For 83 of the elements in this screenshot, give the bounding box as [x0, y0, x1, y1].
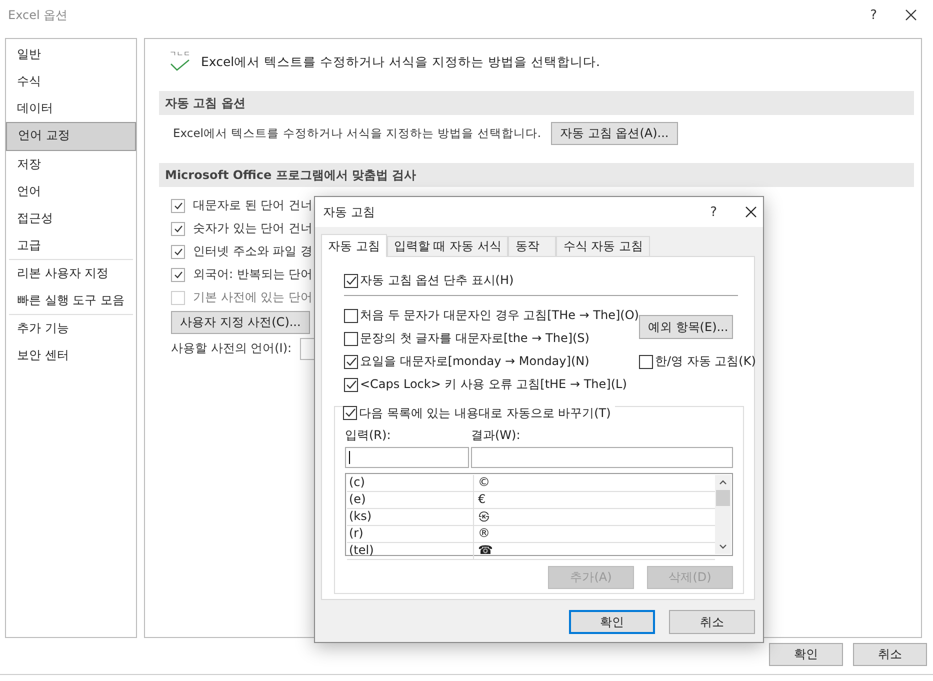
input-field[interactable]	[471, 446, 733, 468]
checkbox[interactable]	[344, 332, 358, 346]
scroll-up-icon[interactable]	[719, 480, 727, 484]
tab[interactable]: 자동 고침	[321, 234, 387, 257]
sidebar-item[interactable]: 언어	[6, 178, 136, 205]
cancel-button[interactable]: 취소	[853, 643, 927, 666]
list-cell[interactable]: ☎	[474, 542, 715, 558]
checkbox-label: 요일을 대문자로[monday → Monday](N)	[360, 353, 590, 370]
checkbox-label: 처음 두 문자가 대문자인 경우 고침[THe → The](O)	[360, 307, 639, 324]
sidebar-item[interactable]: 저장	[6, 151, 136, 178]
checkbox[interactable]	[343, 406, 357, 420]
checkbox[interactable]	[171, 244, 185, 258]
language-label: 사용할 사전의 언어(I):	[171, 340, 292, 357]
dialog-title: 자동 고침	[323, 204, 376, 220]
input-field[interactable]	[345, 446, 469, 468]
ok-button[interactable]: 확인	[769, 643, 843, 666]
scrollbar-thumb[interactable]	[716, 490, 730, 506]
checkbox[interactable]	[344, 308, 358, 322]
checkbox[interactable]	[171, 198, 185, 212]
checkbox[interactable]	[344, 378, 358, 392]
list-cell[interactable]: ©	[474, 474, 715, 490]
check-icon	[346, 276, 356, 286]
checkbox-label: 다음 목록에 있는 내용대로 자동으로 바꾸기(T)	[359, 404, 611, 422]
scrollbar[interactable]	[715, 474, 731, 554]
scroll-down-icon[interactable]	[719, 544, 727, 548]
list-cell[interactable]: (e)	[347, 492, 474, 508]
list-cell[interactable]: (r)	[347, 526, 474, 542]
help-button[interactable]: ?	[704, 204, 723, 220]
list-cell[interactable]: €	[474, 492, 715, 508]
option-label: 기본 사전에 있는 단어	[193, 289, 312, 306]
section-heading: Microsoft Office 프로그램에서 맞춤법 검사	[159, 163, 914, 187]
section-heading: 자동 고침 옵션	[159, 91, 914, 115]
tab[interactable]: 입력할 때 자동 서식	[386, 236, 508, 256]
option-label: 외국어: 반복되는 단어	[193, 266, 313, 283]
sidebar-item[interactable]: 고급	[6, 232, 136, 259]
sidebar-item[interactable]: 보안 센터	[6, 342, 136, 369]
cancel-button[interactable]: 취소	[669, 610, 755, 634]
autocorrect-options-button[interactable]: 자동 고침 옵션(A)...	[551, 122, 678, 144]
close-icon[interactable]	[905, 9, 917, 21]
checkbox-label: <Caps Lock> 키 사용 오류 고침[tHE → The](L)	[360, 376, 627, 393]
list-cell[interactable]: (ks)	[347, 508, 474, 524]
sidebar-item[interactable]: 추가 기능	[6, 315, 136, 342]
sidebar-item[interactable]: 데이터	[6, 95, 136, 122]
option-label: 숫자가 있는 단어 건너	[193, 220, 312, 237]
check-icon	[346, 380, 356, 390]
option-label: 인터넷 주소와 파일 경	[193, 243, 312, 260]
header-text: Excel에서 텍스트를 수정하거나 서식을 지정하는 방법을 선택합니다.	[201, 54, 600, 70]
help-button[interactable]: ?	[864, 8, 883, 22]
exceptions-button[interactable]: 예외 항목(E)...	[638, 315, 733, 339]
check-icon	[174, 224, 182, 232]
checkbox[interactable]	[344, 274, 358, 288]
window-title: Excel 옵션	[8, 6, 69, 24]
tab[interactable]: 동작	[508, 236, 556, 256]
sidebar-item[interactable]: 접근성	[6, 205, 136, 232]
field-label: 입력(R):	[345, 426, 392, 444]
checkbox-label: 한/영 자동 고침(K)	[654, 353, 756, 370]
checkbox-label: 문장의 첫 글자를 대문자로[the → The](S)	[360, 330, 590, 347]
option-label: 대문자로 된 단어 건너	[193, 197, 312, 214]
sidebar-item[interactable]: 언어 교정	[6, 122, 136, 151]
sidebar-item[interactable]: 빠른 실행 도구 모음	[6, 287, 136, 314]
list-cell[interactable]: (c)	[347, 474, 474, 490]
custom-dictionary-button[interactable]: 사용자 지정 사전(C)...	[171, 311, 310, 334]
checkbox[interactable]	[638, 354, 653, 368]
list-cell[interactable]: ㉿	[474, 508, 715, 524]
check-icon	[346, 356, 356, 366]
check-icon	[344, 408, 356, 418]
list-cell[interactable]: ®	[474, 526, 715, 542]
checkbox-label: 자동 고침 옵션 단추 표시(H)	[360, 272, 514, 289]
tab[interactable]: 수식 자동 고침	[556, 236, 650, 256]
check-icon	[174, 202, 182, 210]
checkbox[interactable]	[171, 268, 185, 282]
checkbox[interactable]	[171, 222, 185, 236]
close-icon[interactable]	[745, 206, 757, 218]
sidebar-item[interactable]: 리본 사용자 지정	[6, 260, 136, 287]
description-text: Excel에서 텍스트를 수정하거나 서식을 지정하는 방법을 선택합니다.	[173, 126, 542, 140]
field-label: 결과(W):	[471, 426, 522, 444]
list-cell[interactable]: (tel)	[347, 542, 474, 558]
check-icon	[174, 270, 182, 278]
check-icon	[174, 248, 182, 256]
ok-button[interactable]: 확인	[569, 610, 655, 634]
sidebar-item[interactable]: 일반	[6, 41, 136, 68]
sidebar-item[interactable]: 수식	[6, 68, 136, 95]
checkbox[interactable]	[344, 354, 358, 368]
